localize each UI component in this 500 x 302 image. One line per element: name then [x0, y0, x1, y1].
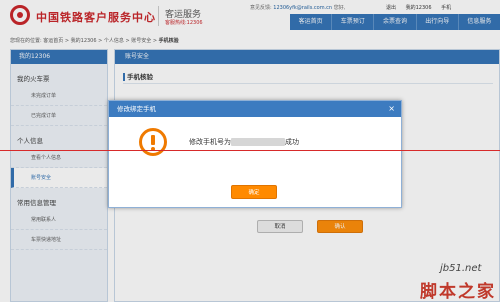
watermark-brand: 脚本之家: [420, 282, 496, 302]
ok-button[interactable]: 确定: [231, 185, 277, 199]
change-phone-dialog: 修改绑定手机 × 修改手机号为 成功 确定: [108, 100, 402, 208]
message-suffix: 成功: [285, 138, 299, 146]
close-icon[interactable]: ×: [388, 102, 395, 116]
masked-phone-number: [231, 138, 285, 146]
watermark-url: jb51.net: [440, 263, 482, 274]
exclamation-icon: [139, 128, 167, 156]
dialog-title: 修改绑定手机: [109, 101, 401, 117]
annotation-line: [0, 150, 500, 151]
dialog-message: 修改手机号为 成功: [189, 137, 299, 147]
message-prefix: 修改手机号为: [189, 138, 231, 146]
